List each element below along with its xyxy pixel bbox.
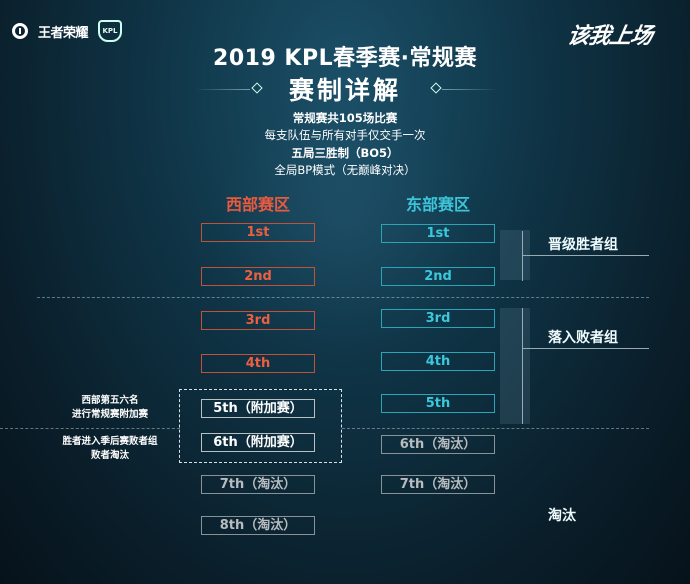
kpl-logo-icon: KPL: [98, 20, 123, 42]
west-slot-7th: 7th（淘汰）: [201, 475, 315, 494]
west-slot-4th: 4th: [201, 354, 315, 373]
info-total-matches: 常规赛共105场比赛: [292, 111, 398, 125]
brand-logos: 王者荣耀 KPL: [12, 20, 123, 42]
losers-highlight: [500, 308, 530, 424]
losers-bracket-line: [522, 308, 523, 424]
west-slot-3rd: 3rd: [201, 311, 315, 330]
losers-bracket-arm: [522, 348, 649, 349]
east-slot-7th: 7th（淘汰）: [381, 475, 495, 494]
west-slot-5th: 5th（附加赛）: [201, 399, 315, 418]
info-round-robin: 每支队伍与所有对手仅交手一次: [264, 128, 426, 142]
east-slot-2nd: 2nd: [381, 267, 495, 286]
west-slot-1st: 1st: [201, 223, 315, 242]
page-title: 2019 KPL春季赛·常规赛: [213, 46, 477, 71]
eliminated-label: 淘汰: [548, 508, 576, 524]
west-slot-6th: 6th（附加赛）: [201, 433, 315, 452]
west-slot-8th: 8th（淘汰）: [201, 516, 315, 535]
divider-winners-losers: [37, 297, 649, 298]
west-slot-2nd: 2nd: [201, 267, 315, 286]
title-decoration-line-left: [195, 89, 250, 90]
title-decoration-line-right: [442, 89, 497, 90]
east-zone-title: 东部赛区: [405, 195, 470, 214]
east-slot-6th: 6th（淘汰）: [381, 435, 495, 454]
east-slot-4th: 4th: [381, 352, 495, 371]
honor-of-kings-logo-icon: [12, 23, 28, 39]
info-bp-mode: 全局BP模式（无巅峰对决）: [274, 163, 416, 177]
divider-losers-eliminated: [342, 428, 649, 429]
winners-group-label: 晋级胜者组: [548, 237, 618, 253]
brand-logo-text: 王者荣耀: [38, 25, 89, 41]
playoff-note: 西部第五六名 进行常规赛附加赛: [30, 394, 190, 422]
winners-bracket-arm: [522, 255, 649, 256]
playoff-note-line2: 进行常规赛附加赛: [71, 409, 148, 420]
result-note-line1: 胜者进入季后赛败者组: [62, 436, 158, 447]
page-subtitle: 赛制详解: [288, 76, 401, 105]
info-format: 五局三胜制（BO5）: [291, 146, 399, 160]
east-slot-1st: 1st: [381, 224, 495, 243]
playoff-note-line1: 西部第五六名: [81, 395, 139, 406]
west-zone-title: 西部赛区: [225, 195, 290, 214]
losers-group-label: 落入败者组: [548, 330, 618, 346]
divider-notes: [0, 428, 180, 429]
result-note: 胜者进入季后赛败者组 败者淘汰: [30, 435, 190, 463]
east-slot-5th: 5th: [381, 394, 495, 413]
result-note-line2: 败者淘汰: [90, 450, 129, 461]
winners-bracket-line: [522, 231, 523, 281]
east-slot-3rd: 3rd: [381, 309, 495, 328]
